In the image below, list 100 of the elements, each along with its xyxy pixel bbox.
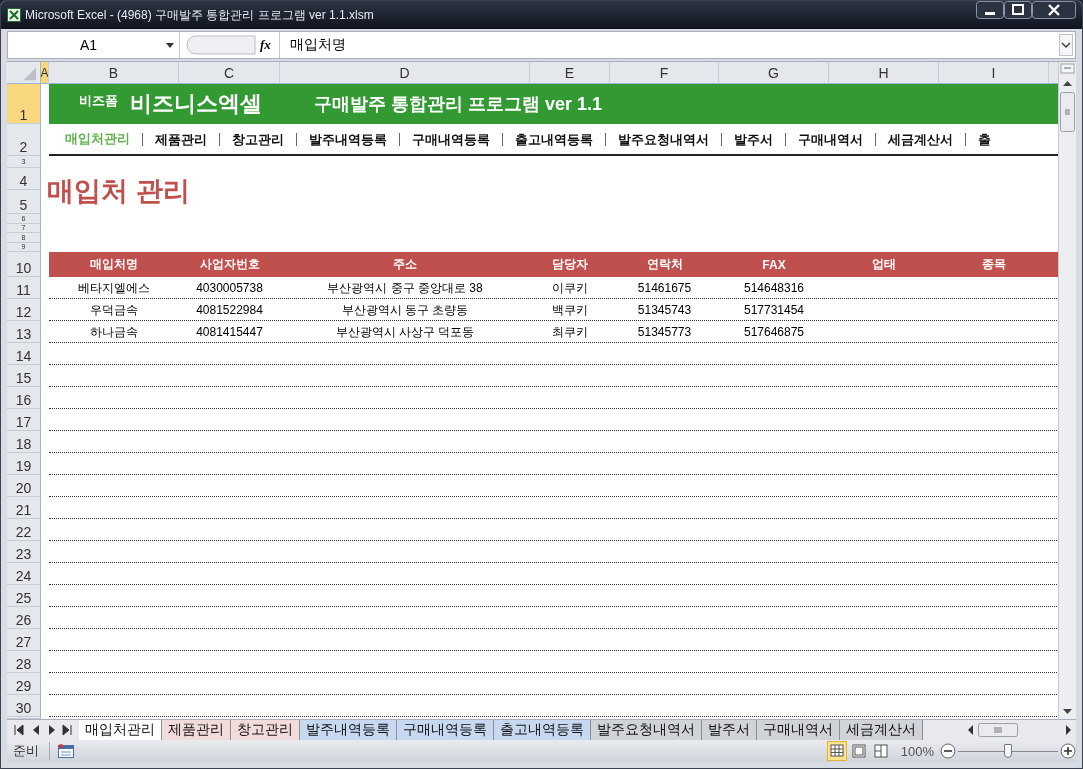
- table-cell-text: 514648316: [742, 280, 806, 297]
- insert-function-button[interactable]: fx: [260, 37, 271, 53]
- column-heading: 사업자번호: [198, 256, 261, 273]
- row-header[interactable]: 29: [7, 673, 41, 695]
- status-text: 준비: [7, 742, 50, 760]
- row-header[interactable]: 14: [7, 343, 41, 365]
- table-cell-text: 하나금속: [89, 323, 139, 341]
- column-heading: 매입처명: [89, 256, 139, 273]
- row-header[interactable]: 2: [7, 124, 41, 156]
- nav-link[interactable]: 구매내역서: [785, 132, 875, 146]
- nav-link[interactable]: 창고관리: [219, 132, 296, 146]
- column-header[interactable]: G: [719, 62, 829, 84]
- nav-link[interactable]: 제품관리: [142, 132, 219, 146]
- window-title: Microsoft Excel - (4968) 구매발주 통합관리 프로그램 ver 1.1.xlsm: [25, 6, 374, 24]
- maximize-icon[interactable]: [1004, 1, 1032, 19]
- table-cell-text: 51345773: [636, 324, 693, 341]
- slider-thumb[interactable]: [1004, 744, 1012, 758]
- sheet-tab[interactable]: 제품관리: [162, 720, 231, 740]
- zoom-in-icon[interactable]: [1060, 743, 1076, 759]
- last-sheet-icon[interactable]: [61, 723, 73, 737]
- scroll-left-icon[interactable]: [967, 723, 975, 737]
- nav-link[interactable]: 발주내역등록: [296, 132, 399, 146]
- excel-app-icon: [7, 8, 21, 22]
- sheet-tab[interactable]: 매입처관리: [79, 720, 162, 740]
- program-title: 구매발주 통합관리 프로그램 ver 1.1: [314, 93, 603, 116]
- row-header[interactable]: 5: [7, 190, 41, 214]
- row-header[interactable]: 10: [7, 252, 41, 277]
- formula-controls-icon: [186, 35, 256, 55]
- nav-link[interactable]: 발주서: [721, 132, 785, 146]
- sheet-tab[interactable]: 출고내역등록: [494, 720, 591, 740]
- scroll-thumb[interactable]: [1060, 92, 1075, 132]
- row-header[interactable]: 15: [7, 365, 41, 387]
- row-header[interactable]: 16: [7, 387, 41, 409]
- first-sheet-icon[interactable]: [13, 723, 25, 737]
- table-cell-text: 베타지엘에스: [77, 279, 151, 297]
- column-header[interactable]: I: [939, 62, 1049, 84]
- nav-link[interactable]: 출: [965, 132, 1003, 146]
- row-header[interactable]: 22: [7, 519, 41, 541]
- name-box-text: A1: [80, 37, 99, 53]
- column-header[interactable]: F: [610, 62, 719, 84]
- column-heading: 종목: [981, 256, 1007, 273]
- row-header[interactable]: 11: [7, 277, 41, 299]
- table-cell-text: 이쿠키: [551, 279, 589, 297]
- row-header[interactable]: 21: [7, 497, 41, 519]
- row-header[interactable]: 18: [7, 431, 41, 453]
- column-header[interactable]: C: [179, 62, 280, 84]
- column-header[interactable]: H: [829, 62, 939, 84]
- column-heading: FAX: [761, 256, 787, 274]
- row-header[interactable]: 20: [7, 475, 41, 497]
- formula-field[interactable]: 매입처명: [280, 36, 1059, 54]
- table-cell-text: 517646875: [742, 324, 806, 341]
- sheet-tab[interactable]: 발주내역등록: [300, 720, 397, 740]
- row-header[interactable]: 4: [7, 168, 41, 190]
- row-header[interactable]: 12: [7, 299, 41, 321]
- column-heading: 연락처: [645, 256, 684, 273]
- dropdown-caret-icon[interactable]: [166, 42, 174, 48]
- row-header[interactable]: 19: [7, 453, 41, 475]
- expand-formula-icon[interactable]: [1059, 34, 1073, 56]
- nav-link[interactable]: 세금계산서: [875, 132, 965, 146]
- row-header[interactable]: 17: [7, 409, 41, 431]
- table-cell-text: 백쿠키: [551, 301, 589, 319]
- table-cell-text: 4081415447: [195, 324, 264, 341]
- row-header[interactable]: 27: [7, 629, 41, 651]
- row-header[interactable]: 1: [7, 84, 41, 124]
- name-box[interactable]: A1: [8, 32, 180, 58]
- sheet-tab[interactable]: 창고관리: [231, 720, 300, 740]
- sheet-tab[interactable]: 발주요청내역서: [591, 720, 702, 740]
- sheet-tab[interactable]: 발주서: [702, 720, 757, 740]
- nav-link[interactable]: 구매내역등록: [399, 132, 502, 146]
- table-cell-text: 부산광역시 사상구 덕포동: [334, 323, 476, 341]
- row-header[interactable]: 23: [7, 541, 41, 563]
- zoom-out-icon[interactable]: [940, 743, 956, 759]
- sheet-tab[interactable]: 구매내역서: [757, 720, 840, 740]
- row-header[interactable]: 26: [7, 607, 41, 629]
- macro-record-icon[interactable]: [58, 744, 74, 758]
- column-header[interactable]: B: [49, 62, 179, 84]
- row-header[interactable]: 24: [7, 563, 41, 585]
- column-heading: 주소: [392, 256, 418, 273]
- column-header[interactable]: D: [280, 62, 530, 84]
- table-cell-text: 4030005738: [195, 280, 264, 297]
- minimize-icon[interactable]: [976, 1, 1004, 19]
- nav-link[interactable]: 출고내역등록: [502, 132, 605, 146]
- nav-link[interactable]: 발주요청내역서: [605, 132, 721, 146]
- table-cell-text: 4081522984: [195, 302, 264, 319]
- column-header[interactable]: E: [530, 62, 610, 84]
- normal-view-icon[interactable]: [826, 741, 847, 761]
- column-heading: 담당자: [551, 256, 589, 273]
- row-header[interactable]: 13: [7, 321, 41, 343]
- zoom-level[interactable]: 100%: [900, 743, 934, 759]
- row-header[interactable]: 28: [7, 651, 41, 673]
- sheet-tab[interactable]: 구매내역등록: [397, 720, 494, 740]
- brand-label: 비즈폼: [79, 92, 118, 110]
- sheet-tab[interactable]: 세금계산서: [840, 720, 923, 740]
- horizontal-scroll-thumb[interactable]: [978, 723, 1018, 737]
- row-header[interactable]: 30: [7, 695, 41, 717]
- row-header[interactable]: 25: [7, 585, 41, 607]
- page-title: 매입처 관리: [46, 175, 191, 208]
- scroll-right-icon[interactable]: [1064, 723, 1072, 737]
- table-cell-text: 부산광역시 중구 중앙대로 38: [326, 279, 484, 297]
- close-icon[interactable]: [1032, 1, 1076, 19]
